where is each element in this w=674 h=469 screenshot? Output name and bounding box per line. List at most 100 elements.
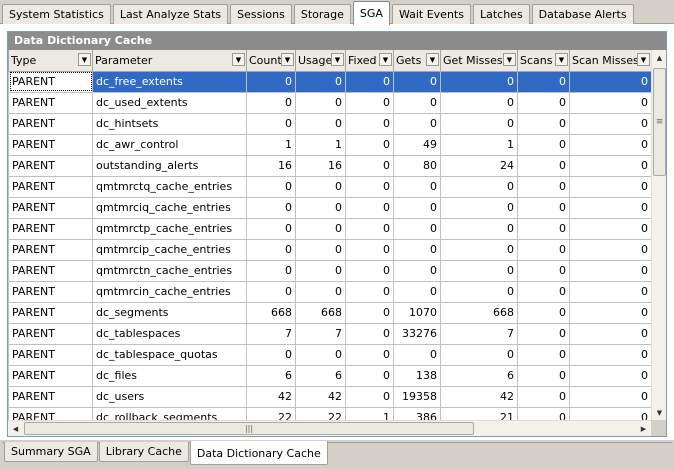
cell-gets[interactable]: 0 — [393, 259, 441, 282]
cell-usage[interactable]: 0 — [295, 196, 346, 219]
cell-fixed[interactable]: 0 — [345, 133, 394, 156]
table-row[interactable]: PARENT dc_users 42 42 0 19358 42 0 0 — [8, 385, 651, 408]
horizontal-scroll-thumb[interactable]: ||| — [24, 422, 474, 435]
cell-scan-misses[interactable]: 0 — [569, 112, 651, 135]
cell-scan-misses[interactable]: 0 — [569, 301, 651, 324]
cell-parameter[interactable]: dc_free_extents — [92, 70, 247, 93]
cell-gets[interactable]: 19358 — [393, 385, 441, 408]
cell-scan-misses[interactable]: 0 — [569, 406, 651, 420]
cell-fixed[interactable]: 0 — [345, 280, 394, 303]
cell-get-misses[interactable]: 668 — [440, 301, 518, 324]
cell-usage[interactable]: 6 — [295, 364, 346, 387]
cell-count[interactable]: 0 — [246, 91, 296, 114]
arrow-left-icon[interactable]: ◀ — [8, 421, 23, 436]
cell-fixed[interactable]: 0 — [345, 217, 394, 240]
cell-scans[interactable]: 0 — [517, 259, 570, 282]
cell-count[interactable]: 6 — [246, 364, 296, 387]
cell-scans[interactable]: 0 — [517, 70, 570, 93]
cell-parameter[interactable]: dc_files — [92, 364, 247, 387]
cell-get-misses[interactable]: 42 — [440, 385, 518, 408]
table-row[interactable]: PARENT dc_free_extents 0 0 0 0 0 0 0 — [8, 70, 651, 93]
chevron-down-icon[interactable]: ▼ — [426, 53, 439, 66]
chevron-down-icon[interactable]: ▼ — [232, 53, 245, 66]
cell-parameter[interactable]: dc_tablespaces — [92, 322, 247, 345]
table-row[interactable]: PARENT dc_awr_control 1 1 0 49 1 0 0 — [8, 133, 651, 156]
cell-scans[interactable]: 0 — [517, 91, 570, 114]
cell-get-misses[interactable]: 0 — [440, 280, 518, 303]
cell-gets[interactable]: 0 — [393, 196, 441, 219]
cell-scans[interactable]: 0 — [517, 217, 570, 240]
cell-get-misses[interactable]: 0 — [440, 112, 518, 135]
cell-count[interactable]: 0 — [246, 196, 296, 219]
cell-gets[interactable]: 33276 — [393, 322, 441, 345]
cell-type[interactable]: PARENT — [8, 133, 93, 156]
cell-fixed[interactable]: 0 — [345, 175, 394, 198]
cell-fixed[interactable]: 0 — [345, 322, 394, 345]
cell-type[interactable]: PARENT — [8, 301, 93, 324]
table-row[interactable]: PARENT dc_used_extents 0 0 0 0 0 0 0 — [8, 91, 651, 114]
cell-gets[interactable]: 0 — [393, 217, 441, 240]
cell-usage[interactable]: 42 — [295, 385, 346, 408]
cell-type[interactable]: PARENT — [8, 385, 93, 408]
cell-fixed[interactable]: 0 — [345, 70, 394, 93]
cell-count[interactable]: 22 — [246, 406, 296, 420]
cell-fixed[interactable]: 0 — [345, 154, 394, 177]
cell-scans[interactable]: 0 — [517, 322, 570, 345]
table-row[interactable]: PARENT dc_tablespace_quotas 0 0 0 0 0 0 0 — [8, 343, 651, 366]
tab-system-statistics[interactable]: System Statistics — [2, 4, 111, 24]
cell-parameter[interactable]: dc_rollback_segments — [92, 406, 247, 420]
cell-get-misses[interactable]: 24 — [440, 154, 518, 177]
cell-scans[interactable]: 0 — [517, 175, 570, 198]
cell-get-misses[interactable]: 21 — [440, 406, 518, 420]
cell-gets[interactable]: 0 — [393, 112, 441, 135]
cell-scans[interactable]: 0 — [517, 280, 570, 303]
column-header-scan-misses[interactable]: Scan Misses ▼ — [569, 50, 651, 72]
cell-gets[interactable]: 49 — [393, 133, 441, 156]
table-row[interactable]: PARENT outstanding_alerts 16 16 0 80 24 0 0 — [8, 154, 651, 177]
table-row[interactable]: PARENT qmtmrctp_cache_entries 0 0 0 0 0 0 0 — [8, 217, 651, 240]
cell-scan-misses[interactable]: 0 — [569, 322, 651, 345]
cell-scan-misses[interactable]: 0 — [569, 70, 651, 93]
cell-scan-misses[interactable]: 0 — [569, 364, 651, 387]
cell-count[interactable]: 0 — [246, 70, 296, 93]
cell-parameter[interactable]: dc_used_extents — [92, 91, 247, 114]
cell-usage[interactable]: 668 — [295, 301, 346, 324]
vertical-scrollbar[interactable]: ▲ ≡ ▼ — [651, 50, 666, 420]
chevron-down-icon[interactable]: ▼ — [379, 53, 392, 66]
column-header-gets[interactable]: Gets ▼ — [393, 50, 441, 72]
cell-gets[interactable]: 0 — [393, 70, 441, 93]
cell-type[interactable]: PARENT — [8, 280, 93, 303]
cell-usage[interactable]: 0 — [295, 238, 346, 261]
cell-parameter[interactable]: qmtmrctn_cache_entries — [92, 259, 247, 282]
cell-parameter[interactable]: qmtmrctp_cache_entries — [92, 217, 247, 240]
cell-scans[interactable]: 0 — [517, 406, 570, 420]
cell-fixed[interactable]: 0 — [345, 238, 394, 261]
cell-scans[interactable]: 0 — [517, 196, 570, 219]
cell-fixed[interactable]: 0 — [345, 364, 394, 387]
tab-latches[interactable]: Latches — [472, 4, 530, 24]
cell-scans[interactable]: 0 — [517, 133, 570, 156]
cell-parameter[interactable]: dc_users — [92, 385, 247, 408]
cell-scans[interactable]: 0 — [517, 343, 570, 366]
arrow-right-icon[interactable]: ▶ — [636, 421, 651, 436]
column-header-type[interactable]: Type ▼ — [8, 50, 93, 72]
cell-count[interactable]: 0 — [246, 238, 296, 261]
cell-scans[interactable]: 0 — [517, 112, 570, 135]
cell-gets[interactable]: 0 — [393, 343, 441, 366]
cell-count[interactable]: 0 — [246, 343, 296, 366]
cell-count[interactable]: 7 — [246, 322, 296, 345]
column-header-get-misses[interactable]: Get Misses ▼ — [440, 50, 518, 72]
chevron-down-icon[interactable]: ▼ — [503, 53, 516, 66]
cell-scan-misses[interactable]: 0 — [569, 343, 651, 366]
cell-parameter[interactable]: dc_segments — [92, 301, 247, 324]
table-row[interactable]: PARENT qmtmrctq_cache_entries 0 0 0 0 0 0 0 — [8, 175, 651, 198]
cell-scans[interactable]: 0 — [517, 385, 570, 408]
tab-data-dictionary-cache[interactable]: Data Dictionary Cache — [189, 441, 328, 465]
column-header-count[interactable]: Count ▼ — [246, 50, 296, 72]
cell-parameter[interactable]: qmtmrcip_cache_entries — [92, 238, 247, 261]
chevron-down-icon[interactable]: ▼ — [78, 53, 91, 66]
tab-sga[interactable]: SGA — [352, 1, 390, 25]
tab-storage[interactable]: Storage — [293, 4, 351, 24]
cell-count[interactable]: 0 — [246, 217, 296, 240]
chevron-down-icon[interactable]: ▼ — [281, 53, 294, 66]
